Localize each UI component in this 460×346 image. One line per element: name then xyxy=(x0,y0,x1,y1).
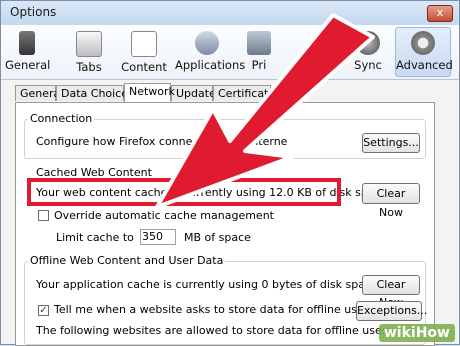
wikihow-watermark: wikiHow xyxy=(378,324,455,342)
annotation-arrow-icon xyxy=(155,13,375,209)
options-window: Options x General Tabs Content Applicati… xyxy=(0,0,460,346)
tab-network[interactable]: Network xyxy=(124,83,175,102)
